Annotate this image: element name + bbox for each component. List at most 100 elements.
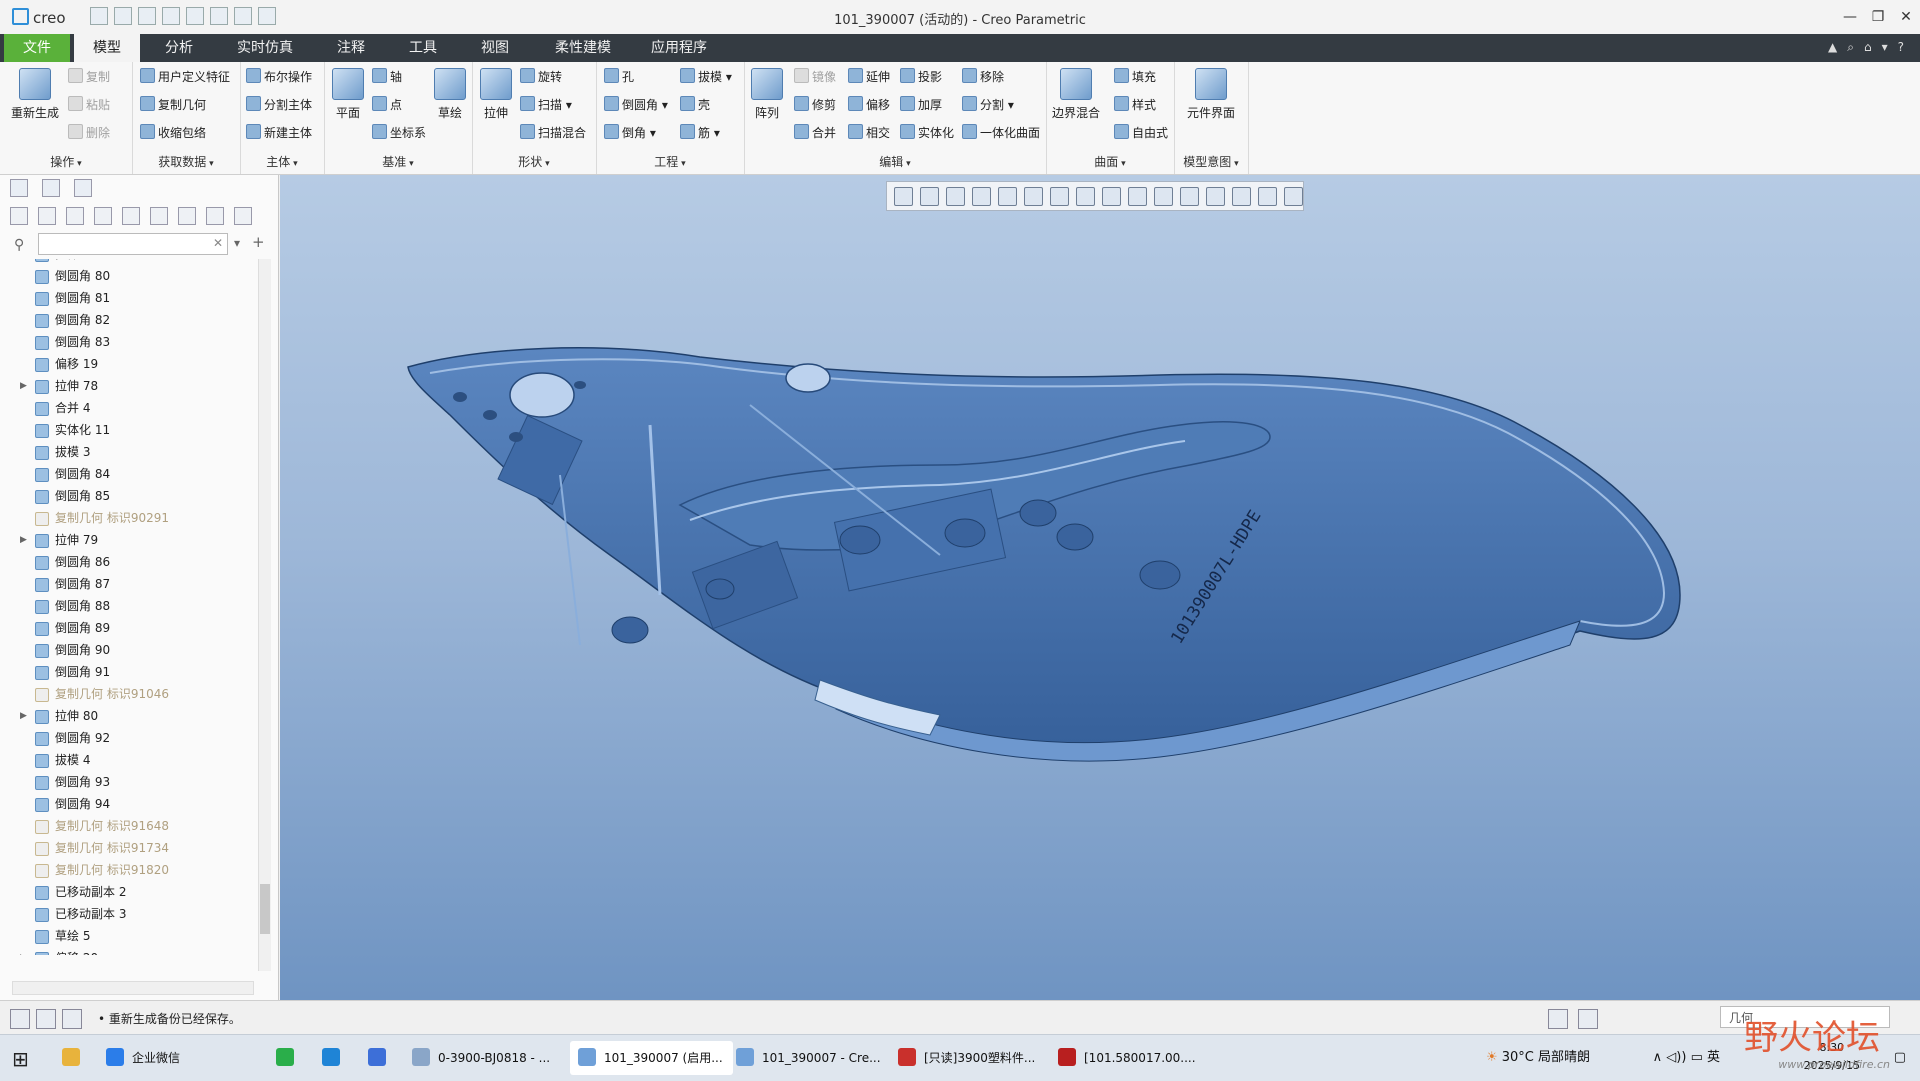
group-label-body[interactable]: 主体 — [240, 153, 324, 170]
taskbar-item-window-1[interactable]: 0-3900-BJ0818 - ... — [412, 1041, 562, 1075]
shrinkwrap-button[interactable]: 收缩包络 — [140, 124, 206, 141]
unify-surface-button[interactable]: 一体化曲面 — [962, 124, 1040, 141]
group-label-engineering[interactable]: 工程 — [596, 153, 744, 170]
thicken-button[interactable]: 加厚 — [900, 96, 942, 113]
project-button[interactable]: 投影 — [900, 68, 942, 85]
tab-file[interactable]: 文件 — [4, 34, 70, 62]
group-label-model-intent[interactable]: 模型意图 — [1174, 153, 1248, 170]
hole-button[interactable]: 孔 — [604, 68, 634, 85]
display-icon[interactable] — [10, 207, 28, 225]
tray-chevron-icon[interactable]: ∧ — [1653, 1050, 1667, 1065]
tree-item[interactable]: 已移动副本 3 — [0, 903, 258, 925]
taskbar-item-window-2[interactable]: 101_390007 (启用... — [570, 1041, 733, 1075]
tab-applications[interactable]: 应用程序 — [636, 34, 722, 62]
tree-item[interactable]: 倒圆角 80 — [0, 265, 258, 287]
expand-arrow-icon[interactable]: ▶ — [20, 947, 27, 955]
taskbar-item-window-5[interactable]: [101.580017.00.... — [1058, 1041, 1208, 1075]
page-icon[interactable] — [234, 207, 252, 225]
tree-item[interactable]: 复制几何 标识90291 — [0, 507, 258, 529]
tree-item[interactable]: 实体化 11 — [0, 419, 258, 441]
network-icon[interactable]: ▭ — [1691, 1050, 1707, 1065]
group-label-surfaces[interactable]: 曲面 — [1046, 153, 1174, 170]
style-button[interactable]: 样式 — [1114, 96, 1156, 113]
tree-item[interactable]: 倒圆角 92 — [0, 727, 258, 749]
merge-button[interactable]: 合并 — [794, 124, 836, 141]
tree-item[interactable]: ▶ 拉伸 80 — [0, 705, 258, 727]
intersect-button[interactable]: 相交 — [848, 124, 890, 141]
tree-item[interactable]: 倒圆角 91 — [0, 661, 258, 683]
tree-item[interactable]: 复制几何 标识91820 — [0, 859, 258, 881]
tree-item[interactable]: 复制几何 标识91648 — [0, 815, 258, 837]
tree-item[interactable]: 倒圆角 83 — [0, 331, 258, 353]
collapse-icon[interactable] — [66, 207, 84, 225]
tree-item[interactable]: 拔模 3 — [0, 441, 258, 463]
expand-arrow-icon[interactable]: ▶ — [20, 529, 27, 551]
copy-button[interactable]: 复制 — [68, 68, 110, 85]
tree-item[interactable]: ▶ 拉伸 79 — [0, 529, 258, 551]
model-tree-tab-icon[interactable] — [10, 179, 28, 197]
shell-button[interactable]: 壳 — [680, 96, 710, 113]
tab-flexible-modeling[interactable]: 柔性建模 — [540, 34, 626, 62]
favorites-tab-icon[interactable] — [74, 179, 92, 197]
csys-button[interactable]: 坐标系 — [372, 124, 426, 141]
tree-item[interactable]: 倒圆角 94 — [0, 793, 258, 815]
tree-item[interactable]: 倒圆角 90 — [0, 639, 258, 661]
tree-scroll-thumb[interactable] — [260, 884, 270, 934]
swept-blend-button[interactable]: 扫描混合 — [520, 124, 586, 141]
expand-arrow-icon[interactable]: ▶ — [20, 705, 27, 727]
pattern-button[interactable]: 阵列 — [750, 68, 784, 121]
tab-analysis[interactable]: 分析 — [146, 34, 212, 62]
layer-icon[interactable] — [94, 207, 112, 225]
offset-button[interactable]: 偏移 — [848, 96, 890, 113]
tree-item[interactable]: 倒圆角 82 — [0, 309, 258, 331]
taskbar-item-wechat[interactable] — [276, 1041, 302, 1075]
tab-view[interactable]: 视图 — [462, 34, 528, 62]
model-tree-search-input[interactable]: ✕ — [38, 233, 228, 255]
part-model[interactable]: 101390007L-HDPE — [280, 175, 1920, 1000]
tree-filter-icon[interactable] — [150, 207, 168, 225]
regen-status-icon[interactable] — [1548, 1009, 1568, 1029]
tree-item[interactable]: 复制几何 标识91734 — [0, 837, 258, 859]
fill-button[interactable]: 填充 — [1114, 68, 1156, 85]
taskbar-item-edge[interactable] — [322, 1041, 348, 1075]
group-label-get-data[interactable]: 获取数据 — [132, 153, 240, 170]
find-icon[interactable] — [1578, 1009, 1598, 1029]
boundary-blend-button[interactable]: 边界混合 — [1050, 68, 1102, 121]
plane-button[interactable]: 平面 — [330, 68, 366, 121]
extrude-button[interactable]: 拉伸 — [478, 68, 514, 121]
maximize-button[interactable]: ❐ — [1864, 0, 1892, 34]
tree-item[interactable]: 合并 4 — [0, 397, 258, 419]
paste-button[interactable]: 粘贴 — [68, 96, 110, 113]
tab-tools[interactable]: 工具 — [390, 34, 456, 62]
taskbar-item-wecom[interactable]: 企业微信 — [106, 1041, 180, 1075]
tree-item[interactable]: 草绘 5 — [0, 925, 258, 947]
trim-button[interactable]: 修剪 — [794, 96, 836, 113]
tree-item[interactable]: 倒圆角 89 — [0, 617, 258, 639]
regenerate-button[interactable]: 重新生成 — [8, 68, 62, 121]
sketch-button[interactable]: 草绘 — [432, 68, 468, 121]
delete-button[interactable]: 删除 — [68, 124, 110, 141]
group-label-operations[interactable]: 操作 — [0, 153, 132, 170]
copy-geometry-button[interactable]: 复制几何 — [140, 96, 206, 113]
clear-search-icon[interactable]: ✕ — [213, 236, 223, 250]
component-interface-button[interactable]: 元件界面 — [1182, 68, 1240, 121]
tree-item[interactable]: 倒圆角 85 — [0, 485, 258, 507]
notification-icon[interactable]: ▢ — [1894, 1041, 1906, 1075]
taskbar-item-app[interactable] — [368, 1041, 394, 1075]
taskbar-item-window-4[interactable]: [只读]3900塑料件... — [898, 1041, 1048, 1075]
solidify-button[interactable]: 实体化 — [900, 124, 954, 141]
minimize-button[interactable]: — — [1836, 0, 1864, 34]
volume-icon[interactable]: ◁)) — [1666, 1050, 1690, 1065]
rib-button[interactable]: 筋 ▾ — [680, 124, 720, 141]
tree-item[interactable]: ▶ 拉伸 78 — [0, 375, 258, 397]
round-button[interactable]: 倒圆角 ▾ — [604, 96, 668, 113]
axis-button[interactable]: 轴 — [372, 68, 402, 85]
tab-model[interactable]: 模型 — [74, 34, 140, 62]
tree-item[interactable]: ▶ 偏移 20 — [0, 947, 258, 955]
expand-arrow-icon[interactable]: ▶ — [20, 375, 27, 397]
remove-button[interactable]: 移除 — [962, 68, 1004, 85]
extend-button[interactable]: 延伸 — [848, 68, 890, 85]
freestyle-button[interactable]: 自由式 — [1114, 124, 1168, 141]
new-body-button[interactable]: 新建主体 — [246, 124, 312, 141]
chamfer-button[interactable]: 倒角 ▾ — [604, 124, 656, 141]
